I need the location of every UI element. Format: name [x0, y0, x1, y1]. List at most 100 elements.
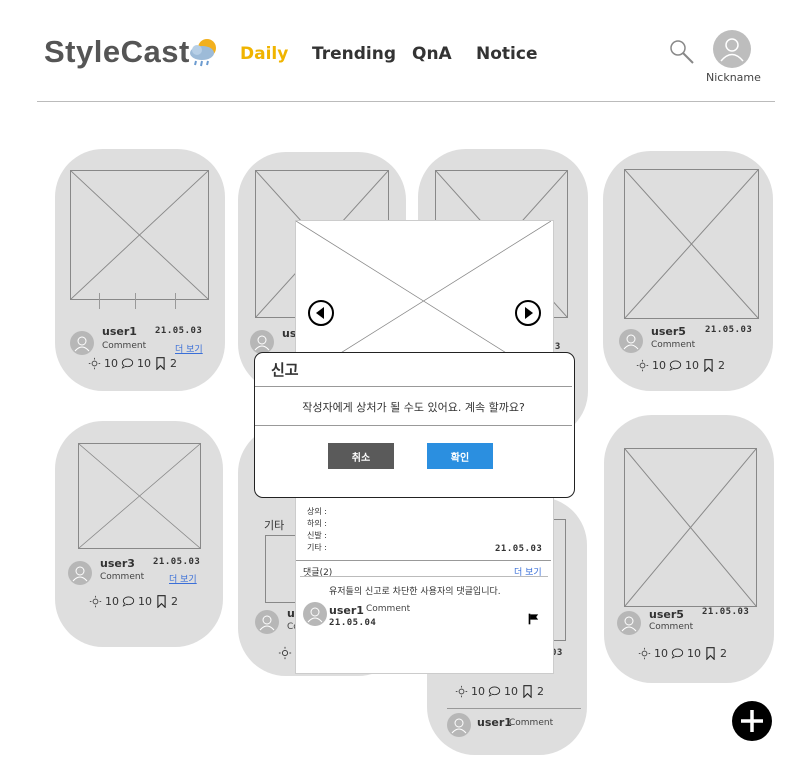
cloud-icon	[186, 33, 222, 69]
post-comment: Comment	[100, 572, 145, 582]
field-shoes: 신발 :	[307, 531, 327, 540]
field-top: 상의 :	[307, 507, 327, 516]
add-post-button[interactable]	[732, 701, 772, 741]
sun-icon[interactable]	[88, 357, 101, 370]
post-card[interactable]: user3 Comment 21.05.03 더 보기 10 10 2	[55, 421, 223, 647]
comment-icon[interactable]	[671, 647, 684, 660]
sun-icon[interactable]	[89, 595, 102, 608]
nav-qna[interactable]: QnA	[412, 44, 452, 64]
plus-icon	[741, 710, 763, 732]
sun-icon[interactable]	[638, 647, 651, 660]
bookmark-icon[interactable]	[155, 595, 168, 608]
bookmark-icon[interactable]	[154, 357, 167, 370]
save-count: 2	[170, 357, 177, 370]
post-username[interactable]: user3	[100, 557, 135, 570]
save-count: 2	[537, 685, 544, 698]
bookmark-icon[interactable]	[521, 685, 534, 698]
nav-daily[interactable]: Daily	[240, 44, 288, 64]
post-comment: Comment	[509, 718, 554, 728]
comment-count: 10	[685, 359, 699, 372]
post-date: 21.05.03	[705, 325, 753, 335]
post-image[interactable]	[70, 170, 209, 309]
post-card[interactable]: user5 Comment 21.05.03 10 10 2	[603, 151, 773, 391]
post-image[interactable]	[624, 448, 757, 607]
like-count: 10	[104, 357, 118, 370]
user-avatar[interactable]	[303, 602, 327, 626]
comment-icon[interactable]	[121, 357, 134, 370]
post-stats: 10 10 2	[88, 357, 177, 370]
nickname-label: Nickname	[706, 71, 761, 84]
divider	[300, 576, 548, 577]
reply-comment: Comment	[366, 604, 411, 614]
save-count: 2	[171, 595, 178, 608]
sun-icon[interactable]	[636, 359, 649, 372]
post-card[interactable]: user5 Comment 21.05.03 10 10 2	[604, 415, 774, 683]
post-date: 21.05.03	[155, 326, 203, 336]
dialog-message: 작성자에게 상처가 될 수도 있어요. 계속 할까요?	[302, 401, 525, 414]
post-date: 21.05.03	[702, 607, 750, 617]
divider	[175, 293, 176, 309]
reply-username[interactable]: user1	[329, 604, 364, 617]
post-username[interactable]: user1	[477, 716, 512, 729]
bookmark-icon[interactable]	[702, 359, 715, 372]
user-avatar[interactable]	[70, 331, 94, 355]
post-stats: 10 10 2	[455, 685, 544, 698]
divider	[99, 293, 100, 309]
flag-icon[interactable]	[528, 610, 539, 629]
blocked-comment-msg: 유저들의 신고로 차단한 사용자의 댓글입니다.	[329, 587, 501, 597]
nav-trending[interactable]: Trending	[312, 44, 396, 64]
dialog-title: 신고	[271, 361, 299, 379]
divider	[255, 386, 572, 387]
search-icon[interactable]	[668, 38, 696, 66]
divider	[255, 425, 572, 426]
post-username[interactable]: user1	[102, 325, 137, 338]
prev-icon[interactable]	[307, 299, 335, 331]
post-image[interactable]	[624, 169, 759, 319]
post-image[interactable]	[78, 443, 201, 549]
post-stats: 10 10 2	[89, 595, 178, 608]
post-comment: Comment	[102, 341, 147, 351]
next-icon[interactable]	[514, 299, 542, 331]
like-count: 10	[471, 685, 485, 698]
like-count: 10	[105, 595, 119, 608]
like-count: 10	[654, 647, 668, 660]
field-label: 기타	[264, 519, 285, 532]
post-date: 21.05.03	[153, 557, 201, 567]
comment-count: 10	[138, 595, 152, 608]
user-avatar[interactable]	[255, 610, 279, 634]
bookmark-icon[interactable]	[704, 647, 717, 660]
post-username[interactable]: user5	[651, 325, 686, 338]
comment-icon[interactable]	[122, 595, 135, 608]
more-link[interactable]: 더 보기	[169, 572, 197, 585]
post-stats: 10 10 2	[636, 359, 725, 372]
post-comment: Comment	[651, 340, 696, 350]
cancel-button[interactable]: 취소	[328, 443, 394, 469]
avatar-icon[interactable]	[713, 30, 751, 68]
outfit-fields: 상의 : 하의 : 신발 : 기타 :	[307, 506, 327, 554]
save-count: 2	[720, 647, 727, 660]
sun-icon[interactable]	[455, 685, 468, 698]
comment-icon[interactable]	[488, 685, 501, 698]
more-link[interactable]: 더 보기	[175, 342, 203, 355]
brand-logo[interactable]: StyleCast	[44, 34, 190, 70]
header-divider	[37, 101, 775, 102]
nav-notice[interactable]: Notice	[476, 44, 537, 64]
user-avatar[interactable]	[68, 561, 92, 585]
sun-icon[interactable]	[278, 645, 292, 664]
user-avatar[interactable]	[250, 330, 274, 354]
like-count: 10	[652, 359, 666, 372]
detail-date: 21.05.03	[495, 544, 543, 554]
post-comment: Comment	[649, 622, 694, 632]
confirm-button[interactable]: 확인	[427, 443, 493, 469]
post-username[interactable]: user5	[649, 608, 684, 621]
divider	[296, 560, 551, 561]
save-count: 2	[718, 359, 725, 372]
field-bottom: 하의 :	[307, 519, 327, 528]
field-etc: 기타 :	[307, 543, 327, 552]
divider	[135, 293, 136, 309]
post-card[interactable]: user1 Comment 21.05.03 더 보기 10 10 2	[55, 149, 225, 391]
comment-icon[interactable]	[669, 359, 682, 372]
user-avatar[interactable]	[617, 611, 641, 635]
user-avatar[interactable]	[447, 713, 471, 737]
user-avatar[interactable]	[619, 329, 643, 353]
